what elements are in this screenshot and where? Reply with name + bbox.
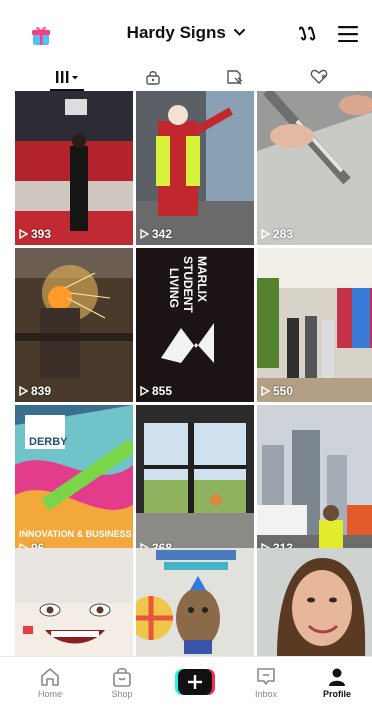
view-count: 855 [140,384,172,398]
play-icon [140,229,149,239]
view-count: 342 [140,227,172,241]
view-count: 550 [261,384,293,398]
home-icon [41,668,59,686]
bottom-nav: Home Shop Inbox Profile [0,656,372,724]
thumbnail-image: DERBY INNOVATION & BUSINESS [15,405,133,559]
grid-icon [56,71,78,83]
heart-icon [310,69,328,84]
nav-inbox[interactable]: Inbox [236,667,296,699]
svg-text:INNOVATION & BUSINESS: INNOVATION & BUSINESS [19,529,132,539]
top-bar: Hardy Signs [0,0,372,62]
play-icon [19,229,28,239]
shop-bag-icon [113,667,131,687]
thumbnail-image [257,248,372,402]
menu-icon[interactable] [338,26,358,42]
tab-videos[interactable] [37,62,97,92]
view-count: 839 [19,384,51,398]
account-name[interactable]: Hardy Signs [127,23,226,43]
repost-icon [227,70,243,85]
video-thumbnail[interactable]: MARLIX STUDENT LIVING 855 [136,248,254,402]
svg-text:DERBY: DERBY [29,436,68,448]
video-thumbnail[interactable] [15,548,133,656]
nav-home[interactable]: Home [20,667,80,699]
thumbnail-image [257,548,372,656]
play-icon [19,386,28,396]
tab-reposts[interactable] [205,62,265,92]
video-thumbnail[interactable]: 368 [136,405,254,559]
tab-liked[interactable] [289,62,349,92]
lock-icon [146,71,160,85]
create-button[interactable] [175,669,215,695]
thumbnail-image [136,91,254,245]
svg-text:LIVING: LIVING [167,268,181,308]
play-icon [261,386,270,396]
video-thumbnail[interactable]: 283 [257,91,372,245]
nav-inbox-label: Inbox [254,689,278,699]
view-count: 283 [261,227,293,241]
view-count: 393 [19,227,51,241]
nav-profile-label: Profile [322,689,351,699]
thumbnail-image [257,405,372,559]
thumbnail-image [257,91,372,245]
video-thumbnail[interactable]: DERBY INNOVATION & BUSINESS 96 [15,405,133,559]
video-thumbnail[interactable] [257,548,372,656]
video-thumbnail[interactable]: 342 [136,91,254,245]
play-icon [140,386,149,396]
thumbnail-image [15,548,133,656]
thumbnail-image [136,405,254,559]
svg-text:MARLIX: MARLIX [195,256,209,302]
nav-home-label: Home [37,689,62,699]
thumbnail-image [136,548,254,656]
profile-tabs [0,62,372,92]
video-thumbnail[interactable]: 839 [15,248,133,402]
video-thumbnail[interactable] [136,548,254,656]
video-thumbnail[interactable]: 550 [257,248,372,402]
creator-tools-icon[interactable] [297,24,319,46]
nav-shop-label: Shop [111,689,133,699]
inbox-icon [257,668,275,685]
video-thumbnail[interactable]: 313 [257,405,372,559]
thumbnail-image: MARLIX STUDENT LIVING [136,248,254,402]
thumbnail-image [15,91,133,245]
video-thumbnail[interactable]: 393 [15,91,133,245]
svg-text:STUDENT: STUDENT [181,256,195,313]
profile-icon [329,668,345,686]
tab-private[interactable] [123,62,183,92]
nav-profile[interactable]: Profile [307,667,367,699]
play-icon [261,229,270,239]
thumbnail-image [15,248,133,402]
chevron-down-icon[interactable] [234,29,246,36]
nav-shop[interactable]: Shop [92,667,152,699]
